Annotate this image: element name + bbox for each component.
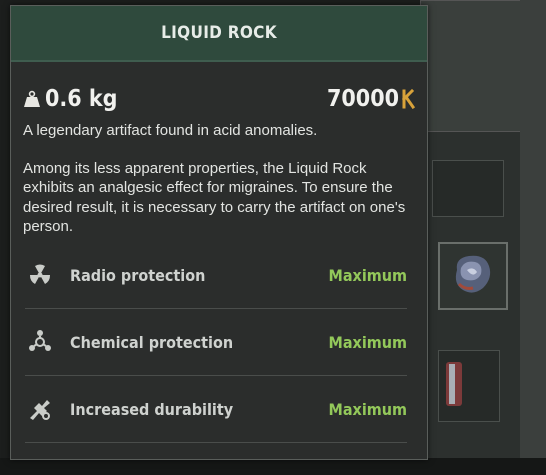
price: 70000	[327, 86, 415, 112]
price-value: 70000	[327, 86, 399, 112]
tooltip-header: LIQUID ROCK	[11, 6, 427, 62]
property-row-radio: Radio protection Maximum	[25, 242, 407, 309]
property-list: Radio protection Maximum Chemical protec…	[25, 242, 407, 443]
item-stats: 0.6 kg 70000	[23, 86, 415, 112]
equipment-preview	[420, 0, 532, 132]
item-title: LIQUID ROCK	[161, 23, 277, 43]
description-line: A legendary artifact found in acid anoma…	[23, 122, 318, 139]
liquid-rock-artifact-icon[interactable]	[447, 250, 495, 298]
inventory-slot[interactable]	[432, 160, 504, 217]
screen-bottom-bar	[0, 458, 546, 475]
inventory-edge	[520, 0, 546, 475]
property-row-chemical: Chemical protection Maximum	[25, 309, 407, 376]
artifact-icon[interactable]	[442, 360, 466, 408]
property-label: Increased durability	[70, 399, 234, 419]
property-label: Radio protection	[70, 265, 206, 285]
description-paragraph: Among its less apparent properties, the …	[23, 160, 406, 235]
item-tooltip: LIQUID ROCK 0.6 kg 70000 A legendary art…	[10, 5, 428, 460]
item-description: A legendary artifact found in acid anoma…	[23, 121, 417, 236]
weight: 0.6 kg	[23, 86, 117, 112]
coupon-currency-icon	[401, 89, 415, 109]
radiation-icon	[29, 264, 51, 284]
property-row-durability: Increased durability Maximum	[25, 376, 407, 443]
property-value: Maximum	[328, 332, 408, 352]
weight-icon	[24, 90, 40, 107]
chemical-icon	[29, 330, 51, 351]
durability-icon	[30, 400, 50, 420]
weight-value: 0.6 kg	[45, 86, 118, 112]
property-label: Chemical protection	[70, 332, 234, 352]
property-value: Maximum	[328, 265, 408, 285]
property-value: Maximum	[328, 399, 408, 419]
